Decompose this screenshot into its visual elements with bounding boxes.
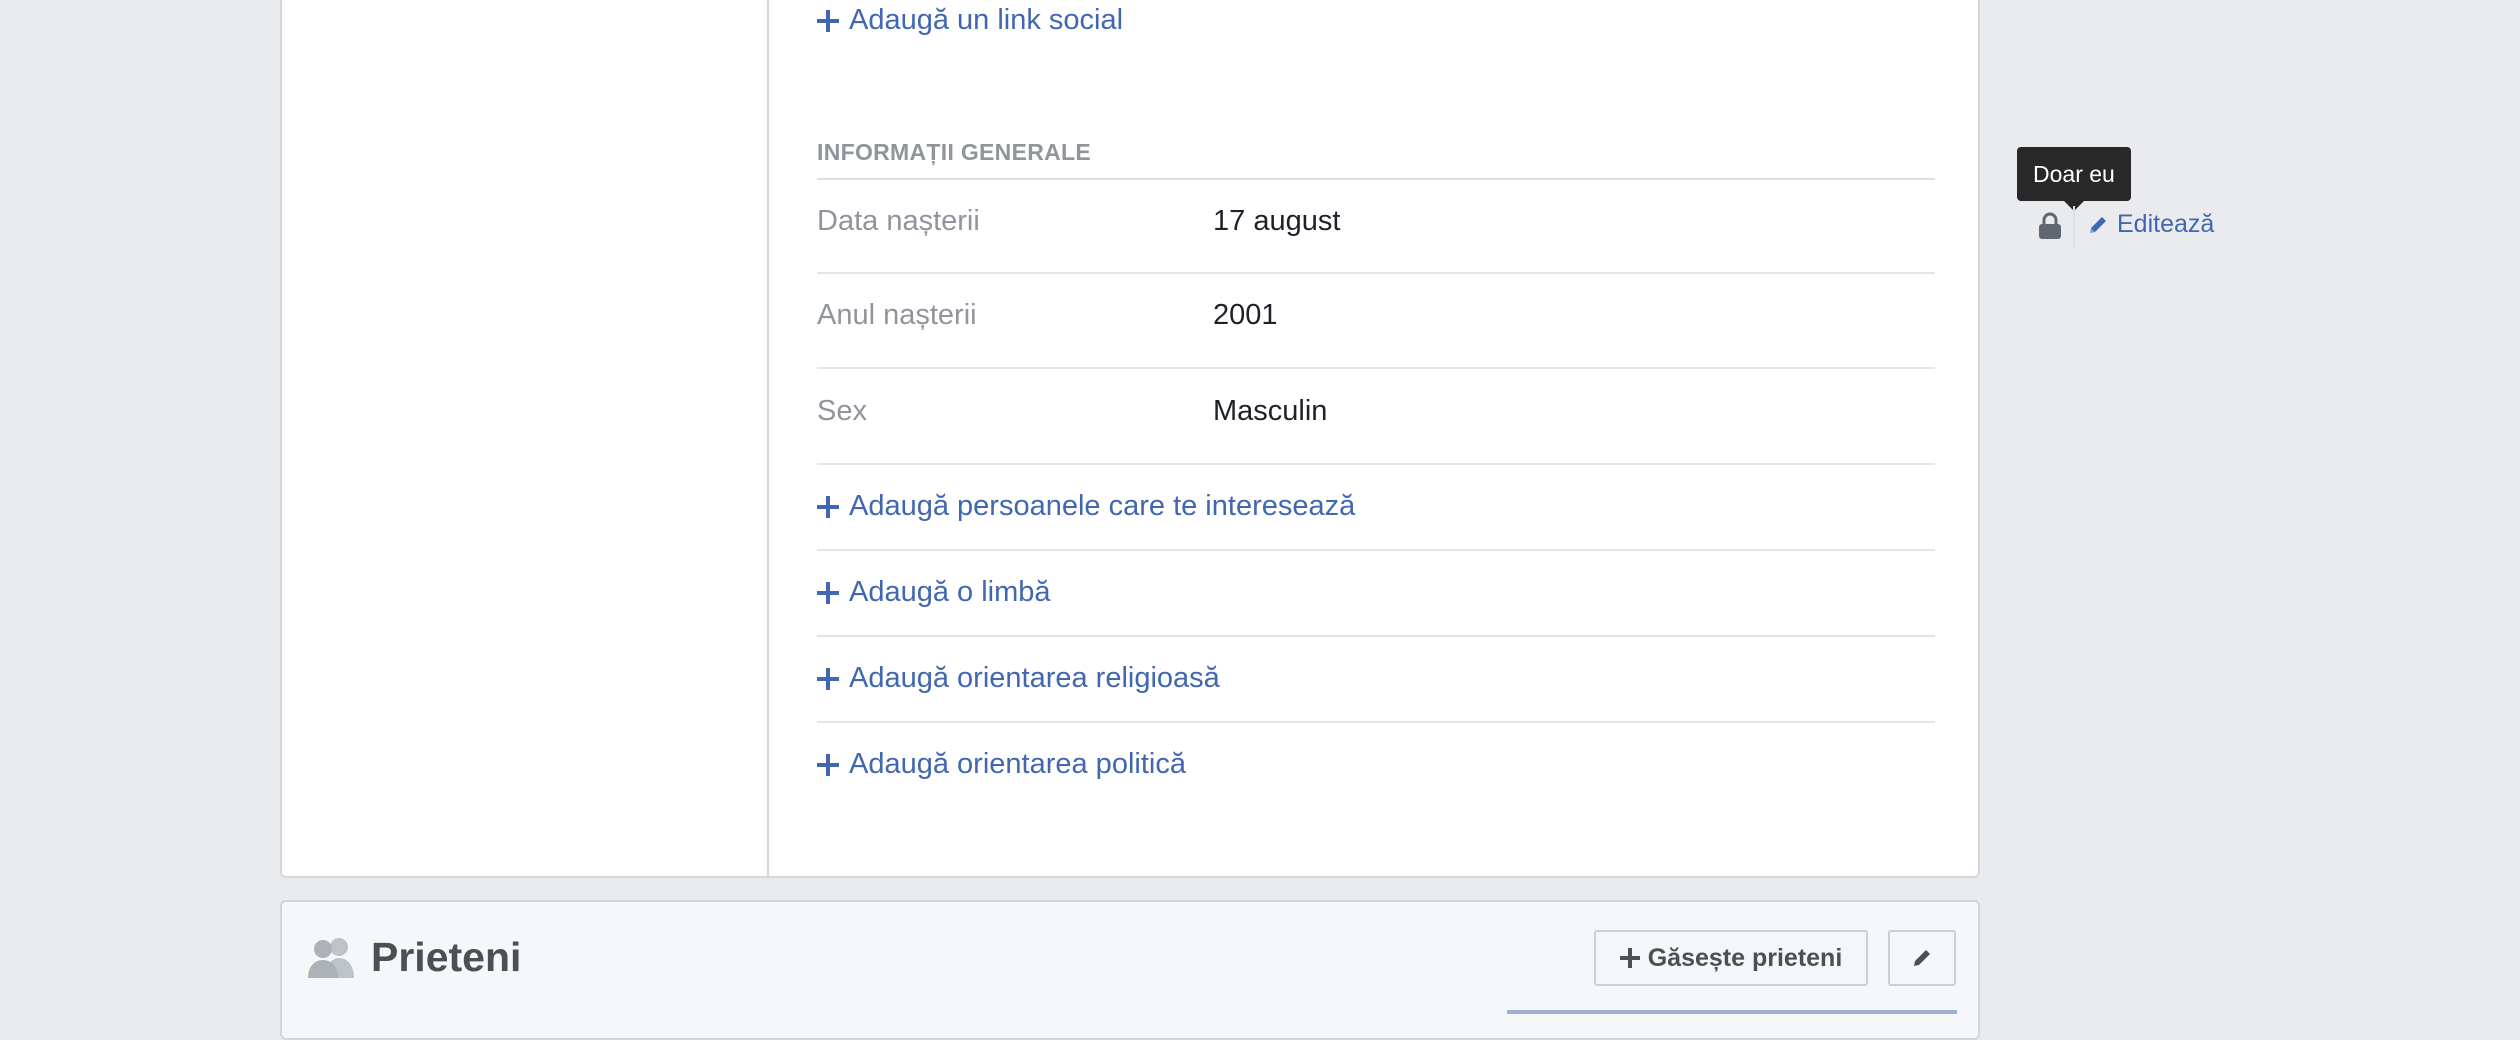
plus-icon [817,495,839,518]
birthdate-label: Data nașterii [817,205,980,237]
about-right-column: Adaugă un link social INFORMAȚII GENERAL… [817,0,2214,876]
add-religion-link[interactable]: Adaugă orientarea religioasă [817,662,1220,695]
add-social-link[interactable]: Adaugă un link social [817,4,1123,37]
privacy-tooltip: Doar eu [2017,147,2131,211]
add-political-label: Adaugă orientarea politică [849,748,1186,780]
row-divider [817,549,1935,551]
pencil-icon [2090,216,2106,233]
row-divider [817,272,1935,274]
section-divider [817,178,1935,180]
friends-title: Prieteni [371,934,522,980]
add-language-link[interactable]: Adaugă o limbă [817,576,1051,609]
about-card: Adaugă un link social INFORMAȚII GENERAL… [280,0,2214,878]
row-divider [817,721,1935,723]
row-divider [817,463,1935,465]
plus-icon [817,581,839,604]
add-political-link[interactable]: Adaugă orientarea politică [817,748,1186,781]
find-friends-button[interactable]: Găsește prieteni [1594,930,1868,986]
add-language-label: Adaugă o limbă [849,576,1051,608]
plus-icon [1619,948,1640,968]
friends-card: Prieteni Găsește prieteni [280,900,1980,1040]
friends-icon [308,938,354,978]
edit-friends-button[interactable] [1888,930,1956,986]
birthyear-value: 2001 [1213,299,1278,331]
edit-birthdate-link[interactable]: Editează [2087,210,2214,239]
add-social-link-label: Adaugă un link social [849,4,1124,36]
birthyear-label: Anul nașterii [817,299,977,331]
pencil-icon [1914,950,1930,966]
action-divider [2073,206,2075,248]
row-divider [817,367,1935,369]
lock-icon[interactable] [2037,212,2063,240]
add-religion-label: Adaugă orientarea religioasă [849,662,1220,694]
add-interested-in-label: Adaugă persoanele care te interesează [849,490,1356,522]
add-interested-in-link[interactable]: Adaugă persoanele care te interesează [817,490,1355,523]
find-friends-label: Găsește prieteni [1647,943,1843,972]
section-title: INFORMAȚII GENERALE [817,139,1092,165]
row-divider [817,635,1935,637]
edit-label: Editează [2117,210,2215,238]
plus-icon [817,667,839,690]
plus-icon [817,9,839,32]
about-left-column [282,0,769,876]
friends-tab-indicator [1507,1010,1957,1014]
gender-label: Sex [817,395,867,427]
plus-icon [817,753,839,776]
gender-value: Masculin [1213,395,1328,427]
birthdate-value: 17 august [1213,205,1341,237]
